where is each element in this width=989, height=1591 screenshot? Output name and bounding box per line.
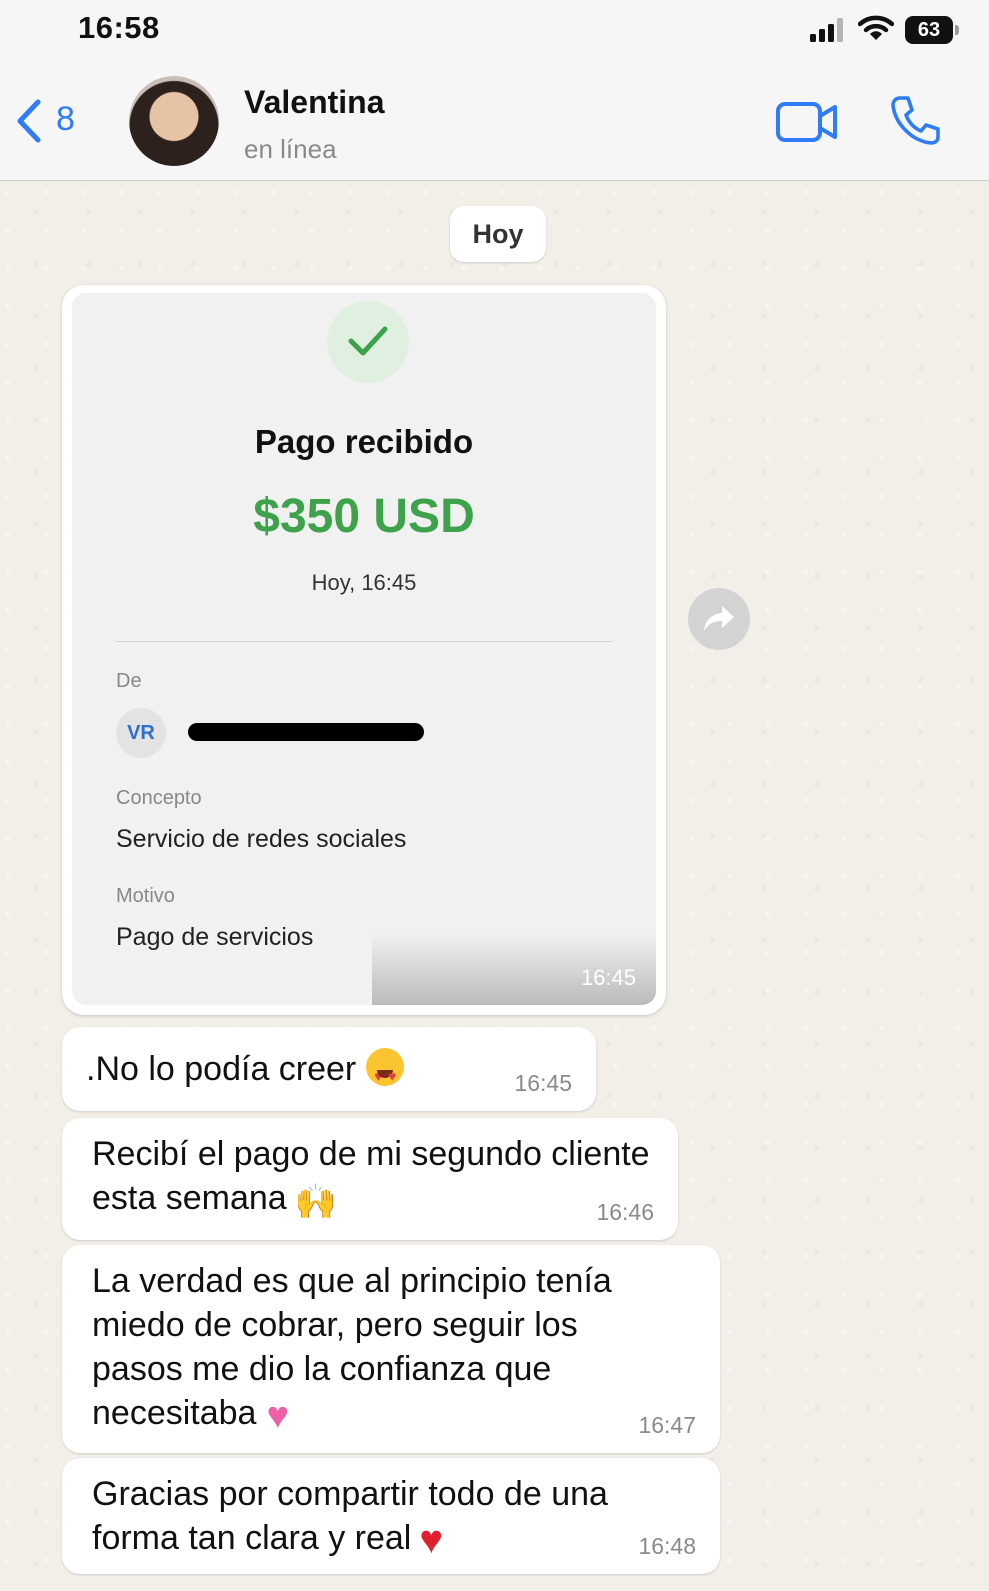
message-bubble[interactable]: La verdad es que al principio tenía mied…: [62, 1245, 720, 1453]
cellular-signal-icon: [810, 18, 843, 42]
phone-call-icon[interactable]: [890, 94, 942, 146]
concept-label: Concepto: [116, 787, 202, 809]
raised-hands-emoji: 🙌: [294, 1183, 338, 1221]
payment-amount: $350 USD: [253, 490, 475, 543]
payment-receipt-image: Pago recibido $350 USD Hoy, 16:45 De VR …: [72, 293, 656, 1005]
message-text: .No lo podía creer: [86, 1047, 405, 1098]
success-check-icon: [327, 301, 409, 383]
sender-initials-avatar: VR: [116, 708, 166, 758]
redacted-sender-name: [188, 723, 424, 741]
message-timestamp: 16:48: [638, 1533, 696, 1559]
divider: [116, 641, 612, 642]
battery-level: 63: [905, 16, 953, 44]
red-heart-emoji: ♥: [419, 1518, 444, 1562]
status-bar: 16:58 63: [0, 0, 989, 60]
message-timestamp: 16:45: [580, 965, 636, 990]
forward-button[interactable]: [688, 588, 750, 650]
date-separator: Hoy: [450, 206, 546, 262]
reason-label: Motivo: [116, 885, 175, 907]
message-text: Recibí el pago de mi segundo cliente est…: [92, 1132, 650, 1224]
payment-receipt-message[interactable]: Pago recibido $350 USD Hoy, 16:45 De VR …: [62, 285, 666, 1015]
reason-value: Pago de servicios: [116, 923, 314, 951]
message-text: Gracias por compartir todo de una forma …: [92, 1475, 608, 1562]
chat-header: 8 Valentina en línea: [0, 60, 989, 181]
message-text: La verdad es que al principio tenía mied…: [92, 1262, 612, 1437]
message-timestamp: 16:45: [514, 1070, 572, 1096]
wifi-icon: [858, 15, 894, 40]
status-time: 16:58: [78, 10, 160, 45]
message-bubble[interactable]: Recibí el pago de mi segundo cliente est…: [62, 1118, 678, 1240]
contact-name[interactable]: Valentina: [244, 84, 385, 121]
payment-datetime: Hoy, 16:45: [311, 570, 417, 595]
message-bubble[interactable]: Gracias por compartir todo de una forma …: [62, 1458, 720, 1574]
video-call-icon[interactable]: [776, 100, 838, 144]
message-timestamp: 16:46: [596, 1199, 654, 1225]
contact-status: en línea: [244, 134, 337, 164]
concept-value: Servicio de redes sociales: [116, 825, 407, 853]
from-label: De: [116, 670, 142, 692]
payment-title: Pago recibido: [254, 423, 474, 460]
contact-avatar[interactable]: [129, 76, 219, 166]
sparkling-heart-emoji: ♥: [266, 1395, 290, 1437]
message-timestamp: 16:47: [638, 1412, 696, 1438]
heart-eyes-emoji: [366, 1048, 405, 1098]
back-chevron-icon[interactable]: [14, 98, 44, 144]
message-bubble[interactable]: .No lo podía creer 16:45: [62, 1027, 596, 1111]
forward-arrow-icon: [704, 606, 734, 631]
unread-count[interactable]: 8: [56, 100, 75, 139]
battery-icon: 63: [905, 16, 959, 44]
